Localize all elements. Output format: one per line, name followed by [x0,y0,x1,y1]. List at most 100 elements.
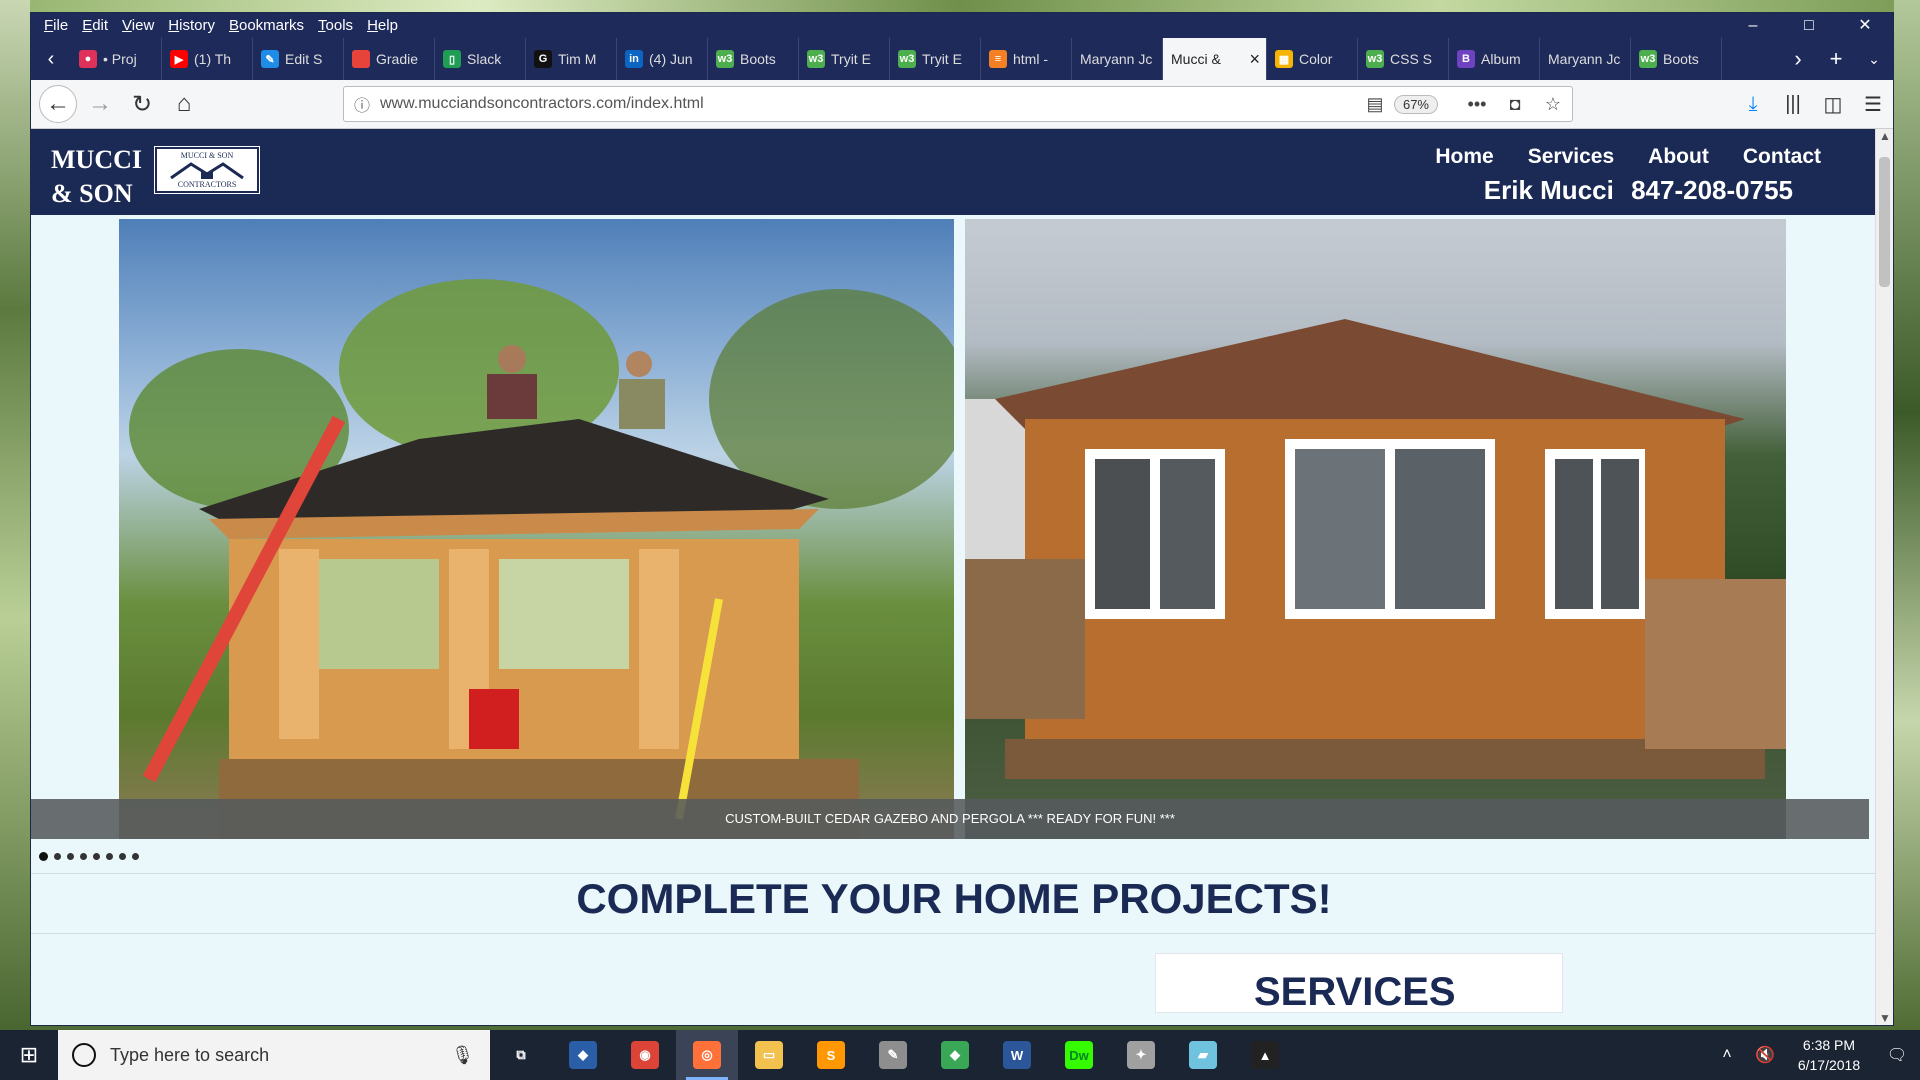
browser-tab[interactable]: w3 Boots [708,38,799,80]
nav-about-link[interactable]: About [1648,145,1709,169]
menu-bookmarks[interactable]: Bookmarks [222,17,311,34]
browser-tab[interactable]: ▦ Color [1267,38,1358,80]
carousel-indicator-dot[interactable] [119,853,126,860]
page-scrollbar[interactable]: ▲ ▼ [1875,129,1893,1025]
taskbar-notes-button[interactable]: ▰ [1172,1030,1234,1080]
nav-home-link[interactable]: Home [1435,145,1493,169]
site-info-icon[interactable]: ⓘ [344,92,380,116]
library-icon[interactable]: ||| [1773,93,1813,116]
microphone-icon[interactable]: 🎙 [451,1045,474,1066]
sublime-text-icon: S [817,1041,845,1069]
menu-file[interactable]: File [37,17,75,34]
browser-tab[interactable]: w3 Boots [1631,38,1722,80]
browser-tab[interactable]: w3 Tryit E [799,38,890,80]
tab-label: Tryit E [922,51,962,67]
action-center-icon[interactable]: 🗨 [1874,1045,1920,1065]
tab-favicon-icon: ▦ [1275,50,1293,68]
bookmark-star-icon[interactable]: ☆ [1534,94,1572,115]
tab-label: Boots [1663,51,1699,67]
site-logo-badge[interactable]: MUCCI & SON CONTRACTORS [154,146,260,194]
scroll-up-icon[interactable]: ▲ [1876,129,1893,143]
scroll-tabs-left-icon[interactable]: ‹ [31,48,71,71]
hamburger-menu-icon[interactable]: ☰ [1853,92,1893,117]
image-carousel[interactable]: CUSTOM-BUILT CEDAR GAZEBO AND PERGOLA **… [31,219,1877,861]
minimize-button[interactable]: – [1725,13,1781,38]
browser-tab[interactable]: ▯ Slack [435,38,526,80]
contact-phone[interactable]: 847-208-0755 [1631,175,1793,205]
carousel-indicator-dot[interactable] [54,853,61,860]
nav-services-link[interactable]: Services [1528,145,1614,169]
windows-start-icon[interactable]: ⊞ [0,1030,58,1080]
paint-icon: ✎ [879,1041,907,1069]
taskbar-word-button[interactable]: W [986,1030,1048,1080]
browser-tab[interactable]: in (4) Jun [617,38,708,80]
close-window-button[interactable]: ✕ [1837,13,1893,38]
firefox-icon: ◎ [693,1041,721,1069]
site-header: MUCCI & SON MUCCI & SON CONTRACTORS Home… [31,129,1877,215]
reload-icon[interactable]: ↻ [123,85,161,123]
browser-tab[interactable]: w3 Tryit E [890,38,981,80]
carousel-indicator-dot[interactable] [132,853,139,860]
menu-help[interactable]: Help [360,17,405,34]
browser-tab[interactable]: Mucci & × [1163,38,1267,80]
browser-tab[interactable]: ✎ Edit S [253,38,344,80]
browser-tab[interactable]: B Album [1449,38,1540,80]
taskbar-dreamweaver-button[interactable]: Dw [1048,1030,1110,1080]
scroll-tabs-right-icon[interactable]: › [1779,46,1817,72]
page-actions-icon[interactable]: ••• [1458,94,1496,115]
browser-tab[interactable]: Gradie [344,38,435,80]
pocket-icon[interactable]: ◘ [1496,94,1534,115]
browser-tab[interactable]: ● • Proj [71,38,162,80]
browser-tab[interactable]: Maryann Jc [1540,38,1631,80]
taskbar-git-app-button[interactable]: ◆ [924,1030,986,1080]
url-text[interactable]: www.mucciandsoncontractors.com/index.htm… [380,95,1356,113]
menu-view[interactable]: View [115,17,161,34]
site-logo-text[interactable]: MUCCI & SON [51,143,142,211]
menu-tools[interactable]: Tools [311,17,360,34]
list-all-tabs-icon[interactable]: ⌄ [1855,51,1893,68]
browser-tab[interactable]: w3 CSS S [1358,38,1449,80]
carousel-indicator-dot[interactable] [80,853,87,860]
maximize-button[interactable]: □ [1781,13,1837,38]
scrollbar-thumb[interactable] [1879,157,1890,287]
zoom-level[interactable]: 67% [1393,94,1438,114]
taskbar-firefox-button[interactable]: ◎ [676,1030,738,1080]
taskbar-palette-button[interactable]: ✦ [1110,1030,1172,1080]
taskbar-file-explorer-button[interactable]: ▭ [738,1030,800,1080]
new-tab-icon[interactable]: + [1817,46,1855,72]
address-bar[interactable]: ⓘ www.mucciandsoncontractors.com/index.h… [343,86,1573,122]
browser-tab[interactable]: Maryann Jc [1072,38,1163,80]
scroll-down-icon[interactable]: ▼ [1876,1011,1893,1025]
sidebar-icon[interactable]: ◫ [1813,92,1853,117]
taskbar-app-icon-button[interactable]: ◆ [552,1030,614,1080]
volume-muted-icon[interactable]: 🔇 [1746,1045,1784,1065]
taskbar-sublime-text-button[interactable]: S [800,1030,862,1080]
taskbar-paint-button[interactable]: ✎ [862,1030,924,1080]
menu-edit[interactable]: Edit [75,17,115,34]
downloads-icon[interactable]: ⤓ [1733,93,1773,116]
back-icon[interactable]: ← [39,85,77,123]
home-icon[interactable]: ⌂ [165,85,203,123]
cedar-gazebo-illustration [965,319,1786,779]
cortana-icon [72,1043,96,1067]
close-tab-icon[interactable]: × [1249,49,1260,70]
carousel-indicator-dot[interactable] [93,853,100,860]
reader-view-icon[interactable]: ▤ [1356,94,1394,115]
taskbar-search-box[interactable]: Type here to search 🎙 [58,1030,490,1080]
browser-tab[interactable]: ▶ (1) Th [162,38,253,80]
carousel-indicator-dot[interactable] [106,853,113,860]
taskbar-task-view-button[interactable]: ⧉ [490,1030,552,1080]
nav-contact-link[interactable]: Contact [1743,145,1821,169]
taskbar-clock[interactable]: 6:38 PM 6/17/2018 [1784,1035,1874,1075]
carousel-indicator-dot[interactable] [39,852,48,861]
finished-gazebo-photo [965,219,1786,839]
carousel-indicator-dot[interactable] [67,853,74,860]
browser-tab[interactable]: G Tim M [526,38,617,80]
show-hidden-icons-icon[interactable]: ˄ [1708,1046,1746,1064]
forward-icon[interactable]: → [81,85,119,123]
menu-history[interactable]: History [161,17,222,34]
section-divider-bottom [31,933,1877,934]
taskbar-photos-button[interactable]: ▲ [1234,1030,1296,1080]
taskbar-chrome-button[interactable]: ◉ [614,1030,676,1080]
browser-tab[interactable]: ≡ html - [981,38,1072,80]
